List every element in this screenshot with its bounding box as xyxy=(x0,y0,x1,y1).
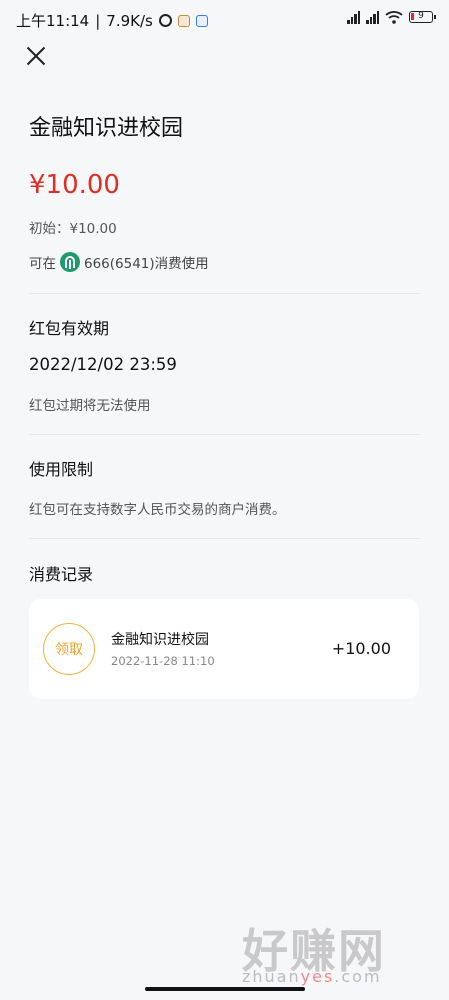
battery-icon: 9 xyxy=(409,11,436,23)
record-name: 金融知识进校园 xyxy=(111,632,209,648)
bank-logo-icon xyxy=(60,252,80,272)
claim-badge: 领取 xyxy=(43,623,95,675)
record-time: 2022-11-28 11:10 xyxy=(111,654,215,668)
restriction-title: 使用限制 xyxy=(29,460,94,479)
status-separator: | xyxy=(95,11,101,30)
records-title: 消费记录 xyxy=(29,565,94,584)
restriction-text: 红包可在支持数字人民币交易的商户消费。 xyxy=(29,502,286,518)
status-left: 上午11:14 | 7.9K/s xyxy=(16,10,208,31)
status-net-speed: 7.9K/s xyxy=(106,11,153,30)
divider xyxy=(29,434,420,435)
initial-amount: 初始：¥10.00 xyxy=(29,221,117,237)
validity-date: 2022/12/02 23:59 xyxy=(29,355,177,374)
page-title: 金融知识进校园 xyxy=(29,116,184,141)
validity-note: 红包过期将无法使用 xyxy=(29,398,151,414)
signal-icon xyxy=(347,10,360,24)
home-indicator[interactable] xyxy=(145,987,305,991)
wifi-icon xyxy=(385,11,403,24)
validity-title: 红包有效期 xyxy=(29,319,110,338)
app-notification-icon xyxy=(177,14,190,27)
amount-value: ¥10.00 xyxy=(29,170,120,200)
status-bar: 上午11:14 | 7.9K/s 9 xyxy=(0,0,449,38)
divider xyxy=(29,538,420,539)
watermark-url: zhuanyes.com xyxy=(242,967,382,986)
alarm-icon xyxy=(158,14,172,27)
divider xyxy=(29,293,420,294)
record-amount: +10.00 xyxy=(331,639,391,658)
signal-icon xyxy=(366,10,379,24)
usable-merchant: 可在 666(6541)消费使用 xyxy=(29,252,209,272)
app-notification-icon xyxy=(195,14,208,27)
status-right: 9 xyxy=(347,10,436,24)
close-button[interactable] xyxy=(26,46,46,66)
usable-suffix: 666(6541)消费使用 xyxy=(84,256,209,272)
watermark-logo: 好赚网 zhuanyes.com xyxy=(242,915,442,990)
status-time: 上午11:14 xyxy=(16,12,90,30)
record-item[interactable]: 领取 金融知识进校园 2022-11-28 11:10 +10.00 xyxy=(29,599,419,699)
usable-prefix: 可在 xyxy=(29,256,56,272)
